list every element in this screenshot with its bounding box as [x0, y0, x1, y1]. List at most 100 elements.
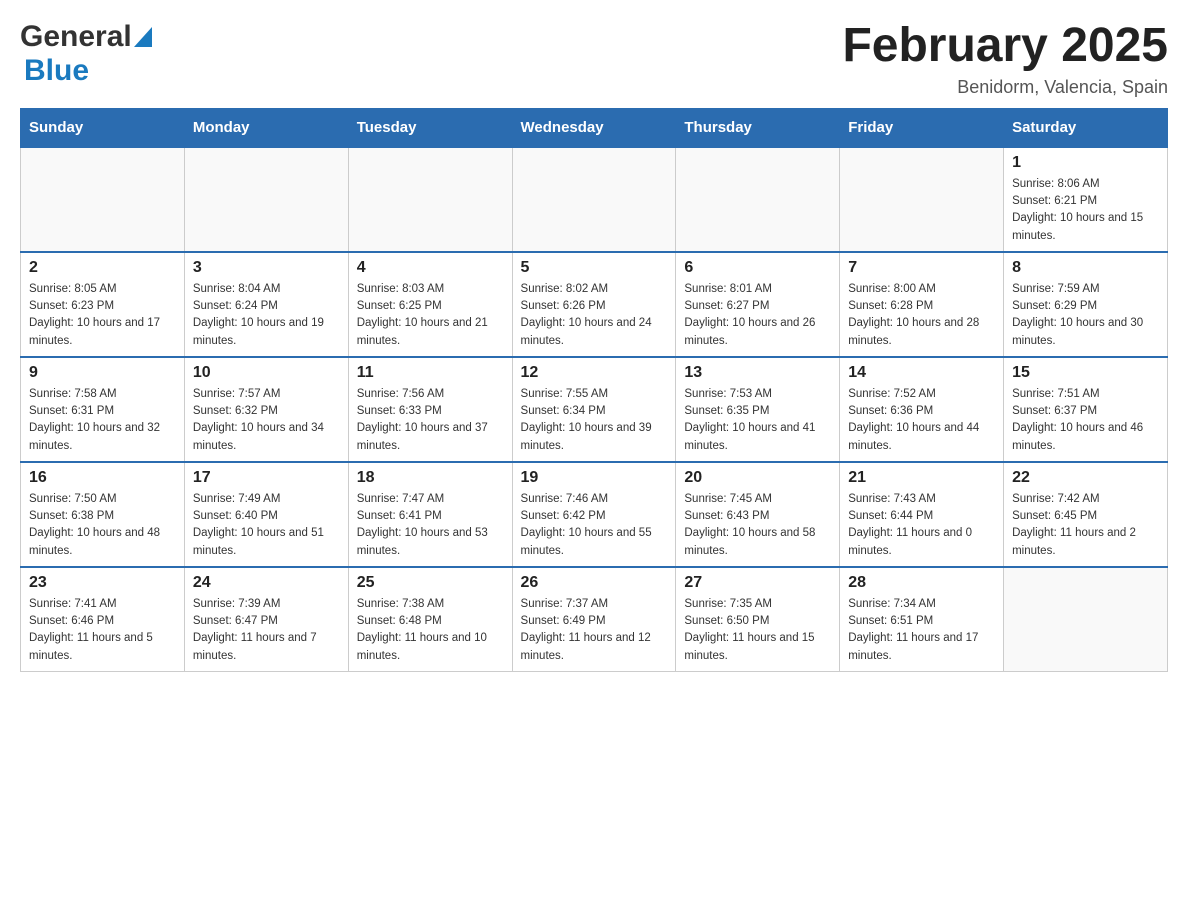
day-info: Sunrise: 8:02 AMSunset: 6:26 PMDaylight:…	[521, 281, 668, 350]
day-number: 19	[521, 469, 668, 487]
day-number: 14	[848, 364, 995, 382]
day-info: Sunrise: 8:05 AMSunset: 6:23 PMDaylight:…	[29, 281, 176, 350]
calendar-cell: 18 Sunrise: 7:47 AMSunset: 6:41 PMDayligh…	[348, 462, 512, 567]
day-info: Sunrise: 7:38 AMSunset: 6:48 PMDaylight:…	[357, 596, 504, 665]
day-info: Sunrise: 7:46 AMSunset: 6:42 PMDaylight:…	[521, 491, 668, 560]
calendar-cell	[348, 147, 512, 252]
day-info: Sunrise: 8:00 AMSunset: 6:28 PMDaylight:…	[848, 281, 995, 350]
calendar-cell: 26 Sunrise: 7:37 AMSunset: 6:49 PMDayligh…	[512, 567, 676, 672]
day-number: 5	[521, 259, 668, 277]
day-number: 25	[357, 574, 504, 592]
day-info: Sunrise: 8:03 AMSunset: 6:25 PMDaylight:…	[357, 281, 504, 350]
weekday-row: SundayMondayTuesdayWednesdayThursdayFrid…	[21, 108, 1168, 147]
day-number: 11	[357, 364, 504, 382]
day-number: 21	[848, 469, 995, 487]
logo-general-text: General	[20, 20, 132, 54]
day-info: Sunrise: 7:42 AMSunset: 6:45 PMDaylight:…	[1012, 491, 1159, 560]
day-number: 23	[29, 574, 176, 592]
weekday-header-sunday: Sunday	[21, 108, 185, 147]
calendar-cell: 7 Sunrise: 8:00 AMSunset: 6:28 PMDaylight…	[840, 252, 1004, 357]
day-info: Sunrise: 7:43 AMSunset: 6:44 PMDaylight:…	[848, 491, 995, 560]
calendar-cell: 12 Sunrise: 7:55 AMSunset: 6:34 PMDayligh…	[512, 357, 676, 462]
calendar-cell: 17Sunrise: 7:49 AMSunset: 6:40 PMDayligh…	[184, 462, 348, 567]
logo-blue-text: Blue	[24, 54, 89, 87]
day-info: Sunrise: 7:58 AMSunset: 6:31 PMDaylight:…	[29, 386, 176, 455]
calendar-cell: 25 Sunrise: 7:38 AMSunset: 6:48 PMDayligh…	[348, 567, 512, 672]
weekday-header-thursday: Thursday	[676, 108, 840, 147]
day-number: 12	[521, 364, 668, 382]
calendar-cell: 1Sunrise: 8:06 AMSunset: 6:21 PMDaylight…	[1004, 147, 1168, 252]
calendar-cell: 19 Sunrise: 7:46 AMSunset: 6:42 PMDayligh…	[512, 462, 676, 567]
day-info: Sunrise: 7:47 AMSunset: 6:41 PMDaylight:…	[357, 491, 504, 560]
calendar-cell: 27 Sunrise: 7:35 AMSunset: 6:50 PMDayligh…	[676, 567, 840, 672]
day-info: Sunrise: 7:52 AMSunset: 6:36 PMDaylight:…	[848, 386, 995, 455]
day-info: Sunrise: 8:06 AMSunset: 6:21 PMDaylight:…	[1012, 176, 1159, 245]
calendar-cell	[840, 147, 1004, 252]
day-number: 8	[1012, 259, 1159, 277]
calendar-week-5: 23 Sunrise: 7:41 AMSunset: 6:46 PMDayligh…	[21, 567, 1168, 672]
day-number: 9	[29, 364, 176, 382]
day-number: 26	[521, 574, 668, 592]
day-info: Sunrise: 7:57 AMSunset: 6:32 PMDaylight:…	[193, 386, 340, 455]
calendar-cell: 14 Sunrise: 7:52 AMSunset: 6:36 PMDayligh…	[840, 357, 1004, 462]
day-number: 15	[1012, 364, 1159, 382]
day-info: Sunrise: 7:34 AMSunset: 6:51 PMDaylight:…	[848, 596, 995, 665]
day-number: 24	[193, 574, 340, 592]
calendar-cell	[676, 147, 840, 252]
weekday-header-monday: Monday	[184, 108, 348, 147]
day-number: 7	[848, 259, 995, 277]
calendar-cell: 24 Sunrise: 7:39 AMSunset: 6:47 PMDayligh…	[184, 567, 348, 672]
calendar-week-1: 1Sunrise: 8:06 AMSunset: 6:21 PMDaylight…	[21, 147, 1168, 252]
day-info: Sunrise: 7:37 AMSunset: 6:49 PMDaylight:…	[521, 596, 668, 665]
calendar-cell: 3 Sunrise: 8:04 AMSunset: 6:24 PMDaylight…	[184, 252, 348, 357]
day-number: 27	[684, 574, 831, 592]
day-number: 4	[357, 259, 504, 277]
calendar-cell	[512, 147, 676, 252]
day-info: Sunrise: 7:50 AMSunset: 6:38 PMDaylight:…	[29, 491, 176, 560]
day-number: 22	[1012, 469, 1159, 487]
calendar-header: SundayMondayTuesdayWednesdayThursdayFrid…	[21, 108, 1168, 147]
calendar-cell: 11 Sunrise: 7:56 AMSunset: 6:33 PMDayligh…	[348, 357, 512, 462]
day-info: Sunrise: 7:41 AMSunset: 6:46 PMDaylight:…	[29, 596, 176, 665]
day-number: 18	[357, 469, 504, 487]
calendar-table: SundayMondayTuesdayWednesdayThursdayFrid…	[20, 108, 1168, 672]
day-number: 6	[684, 259, 831, 277]
day-info: Sunrise: 7:53 AMSunset: 6:35 PMDaylight:…	[684, 386, 831, 455]
weekday-header-friday: Friday	[840, 108, 1004, 147]
page-header: General Blue February 2025 Benidorm, Val…	[20, 20, 1168, 98]
calendar-body: 1Sunrise: 8:06 AMSunset: 6:21 PMDaylight…	[21, 147, 1168, 672]
day-info: Sunrise: 7:51 AMSunset: 6:37 PMDaylight:…	[1012, 386, 1159, 455]
calendar-cell: 9 Sunrise: 7:58 AMSunset: 6:31 PMDaylight…	[21, 357, 185, 462]
weekday-header-tuesday: Tuesday	[348, 108, 512, 147]
calendar-cell: 13 Sunrise: 7:53 AMSunset: 6:35 PMDayligh…	[676, 357, 840, 462]
calendar-cell: 20 Sunrise: 7:45 AMSunset: 6:43 PMDayligh…	[676, 462, 840, 567]
day-info: Sunrise: 7:45 AMSunset: 6:43 PMDaylight:…	[684, 491, 831, 560]
calendar-cell: 23 Sunrise: 7:41 AMSunset: 6:46 PMDayligh…	[21, 567, 185, 672]
weekday-header-saturday: Saturday	[1004, 108, 1168, 147]
day-info: Sunrise: 7:39 AMSunset: 6:47 PMDaylight:…	[193, 596, 340, 665]
day-info: Sunrise: 7:55 AMSunset: 6:34 PMDaylight:…	[521, 386, 668, 455]
calendar-week-2: 2 Sunrise: 8:05 AMSunset: 6:23 PMDaylight…	[21, 252, 1168, 357]
location-text: Benidorm, Valencia, Spain	[842, 77, 1168, 98]
day-info: Sunrise: 8:04 AMSunset: 6:24 PMDaylight:…	[193, 281, 340, 350]
calendar-cell: 4 Sunrise: 8:03 AMSunset: 6:25 PMDaylight…	[348, 252, 512, 357]
calendar-cell: 16 Sunrise: 7:50 AMSunset: 6:38 PMDayligh…	[21, 462, 185, 567]
day-number: 3	[193, 259, 340, 277]
calendar-cell: 15 Sunrise: 7:51 AMSunset: 6:37 PMDayligh…	[1004, 357, 1168, 462]
day-number: 28	[848, 574, 995, 592]
day-number: 10	[193, 364, 340, 382]
weekday-header-wednesday: Wednesday	[512, 108, 676, 147]
logo: General Blue	[20, 20, 152, 88]
day-number: 2	[29, 259, 176, 277]
day-info: Sunrise: 7:56 AMSunset: 6:33 PMDaylight:…	[357, 386, 504, 455]
day-number: 13	[684, 364, 831, 382]
title-section: February 2025 Benidorm, Valencia, Spain	[842, 20, 1168, 98]
day-number: 16	[29, 469, 176, 487]
day-info: Sunrise: 8:01 AMSunset: 6:27 PMDaylight:…	[684, 281, 831, 350]
calendar-cell: 8Sunrise: 7:59 AMSunset: 6:29 PMDaylight…	[1004, 252, 1168, 357]
calendar-cell	[21, 147, 185, 252]
day-number: 20	[684, 469, 831, 487]
day-info: Sunrise: 7:35 AMSunset: 6:50 PMDaylight:…	[684, 596, 831, 665]
logo-triangle-icon	[134, 27, 152, 47]
calendar-cell	[184, 147, 348, 252]
